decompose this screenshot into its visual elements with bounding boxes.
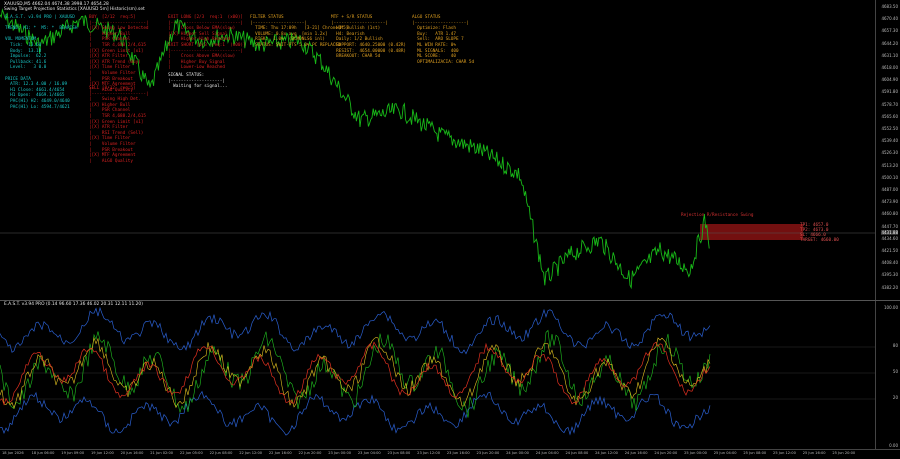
exit_long-panel-line: | Cross Below EMA(slow) [168, 26, 236, 32]
price-tick-label: 4552.50 [881, 126, 898, 131]
time-tick-label: 24 Jun 04:00 [535, 451, 559, 455]
exit_short-panel-line: | Lower-Low Reached [168, 65, 225, 71]
mtf-panel: MTF + S/R STATUS |--------------------| H… [331, 15, 406, 60]
time-tick-label: 25 Jun 00:00 [684, 451, 707, 455]
price-tick-label: 4539.40 [881, 138, 898, 144]
time-tick-label: 23 Jun 12:00 [417, 451, 441, 455]
buy-panel: BUY [2/12 req:5] |---------------------| |… [89, 15, 149, 93]
price-tick-label: 4421.50 [881, 248, 898, 253]
price-tick-label: 4395.30 [881, 272, 898, 278]
time-tick-label: 21 Jun 02:00 [150, 451, 174, 455]
exit_long-panel-line: EXIT LONG [2/3 req:1 (x00)] [168, 15, 244, 20]
rejection-zone [700, 224, 803, 240]
oscillator-level-label: 50 [892, 369, 898, 374]
time-tick-label: 23 Jun 08:00 [387, 451, 411, 455]
exit_short-panel-line: EXIT SHORT [0/3 req:1 (x00)] [168, 43, 246, 48]
sell-panel: SELL [8/12 req:5] |---------------------|… [89, 86, 149, 164]
status-panel-line: E.A.S.T. v3.94 PRO | XAUUSD [5, 15, 75, 20]
price-tick-label: 4447.70 [881, 223, 898, 229]
buy-panel-line: |[X] Swing Low Detected [89, 26, 149, 32]
time-tick-label: 22 Jun 08:00 [209, 451, 233, 455]
time-tick-label: 18 Jun 06:00 [31, 451, 55, 455]
status-panel-line: TREND: H1: * M5: * BEARISH [5, 26, 78, 32]
price-tick-label: 4657.30 [881, 28, 898, 34]
oscillator-axis[interactable]: 100.00 80 50 20 0.00 [875, 301, 900, 449]
oscillator-chart[interactable] [0, 301, 876, 449]
sell-panel-line: | TSR 4,688.2/4,615 [89, 113, 146, 119]
status-panel-line: PAC(H1) Lo: 4594.7/4621 [5, 104, 70, 110]
status-panel: E.A.S.T. v3.94 PRO | XAUUSD TREND: H1: *… [5, 15, 77, 110]
price-tick-label: 4500.10 [881, 174, 898, 180]
time-tick-label: 22 Jun 20:00 [298, 451, 322, 455]
buy-panel-line: | TSR 4,688.2/4,615 [89, 42, 146, 48]
zone-target: TARGET: 4660.00 [800, 238, 839, 243]
exit_short-panel-line: | Cross Above EMA(slow) [168, 54, 236, 60]
price-tick-label: 4591.80 [881, 89, 898, 95]
price-tick-label: 4578.70 [881, 101, 898, 107]
price-tick-label: 4565.60 [881, 113, 898, 119]
signal-panel-line: Waiting for signal... [168, 84, 228, 90]
sell-panel-line: | ALGO Quality [89, 158, 133, 164]
time-tick-label: 23 Jun 00:00 [328, 451, 352, 455]
mtf-panel-line: SUPPORT: 4640.25000 (0.42R) [331, 42, 407, 48]
current-price-label: 4431.88 [881, 230, 898, 235]
algo-panel: ALGO STATUS |--------------------| Optimi… [412, 15, 474, 65]
time-tick-label: 23 Jun 16:00 [446, 451, 470, 455]
price-tick-label: 4683.50 [881, 4, 898, 9]
price-tick-label: 4473.90 [881, 199, 898, 205]
price-tick-label: 4670.40 [881, 16, 898, 22]
time-tick-label: 25 Jun 04:00 [713, 451, 737, 455]
oscillator-level-label: 0.00 [889, 443, 898, 448]
time-tick-label: 18 Jun 2026 [2, 451, 24, 455]
time-tick-label: 22 Jun 12:00 [239, 451, 263, 455]
signal-panel: SIGNAL STATUS: |--------------------| Wai… [168, 73, 228, 90]
price-tick-label: 4513.20 [881, 162, 898, 168]
price-tick-label: 4604.90 [881, 77, 898, 83]
price-tick-label: 4526.30 [881, 150, 898, 156]
time-tick-label: 24 Jun 08:00 [565, 451, 589, 455]
exit-short-panel: EXIT SHORT [0/3 req:1 (x00)] |-----------… [168, 43, 246, 71]
price-tick-label: 4618.00 [881, 65, 898, 70]
price-tick-label: 4434.60 [881, 235, 898, 241]
time-tick-label: 22 Jun 16:00 [268, 451, 292, 455]
mtf-panel-line: BREAKOUT: CHAR 5d [331, 54, 381, 60]
lower-band [0, 390, 711, 436]
price-tick-label: 4460.80 [881, 211, 898, 217]
time-tick-label: 20 Jun 16:00 [120, 451, 144, 455]
status-panel-line: ATR: 12.3 4.00 / 16.09 [5, 82, 68, 88]
status-panel-line: PAC(H1) H2: 4649.0/4640 [5, 98, 70, 104]
time-tick-label: 22 Jun 05:00 [179, 451, 203, 455]
oscillator-level-label: 20 [892, 395, 898, 400]
time-tick-label: 25 Jun 08:00 [743, 451, 767, 455]
price-tick-label: 4382.20 [881, 284, 898, 290]
time-tick-label: 25 Jun 20:00 [832, 451, 856, 455]
price-tick-label: 4631.10 [881, 52, 898, 58]
price-tick-label: 4644.20 [881, 40, 898, 46]
oscillator-level-label: 100.00 [884, 305, 898, 310]
time-tick-label: 19 Jun 12:00 [90, 451, 114, 455]
time-tick-label: 25 Jun 16:00 [802, 451, 826, 455]
sell-panel-line: | Swing High Det. [89, 97, 141, 103]
time-tick-label: 23 Jun 04:00 [357, 451, 381, 455]
price-axis[interactable]: 4683.50 4670.40 4657.30 4644.20 4631.10 4618.… [875, 0, 900, 300]
time-tick-label: 23 Jun 20:00 [476, 451, 500, 455]
price-tick-label: 4408.40 [881, 260, 898, 266]
time-tick-label: 24 Jun 12:00 [595, 451, 618, 455]
oscillator-level-label: 80 [892, 343, 898, 348]
oscillator-fast [0, 329, 711, 418]
time-tick-label: 19 Jun 09:00 [61, 451, 85, 455]
time-tick-label: 24 Jun 16:00 [624, 451, 648, 455]
exit-long-panel: EXIT LONG [2/3 req:1 (x00)] |------------… [168, 15, 243, 43]
zone-label: Rejection R/Resistance Swing [681, 213, 754, 218]
price-tick-label: 4487.00 [881, 187, 898, 192]
time-tick-label: 25 Jun 12:00 [773, 451, 796, 455]
algo-panel-line: OPTIMALIZACIA: CHAR 5d [412, 59, 475, 65]
time-tick-label: 24 Jun 20:00 [654, 451, 678, 455]
time-tick-label: 24 Jun 00:00 [506, 451, 529, 455]
